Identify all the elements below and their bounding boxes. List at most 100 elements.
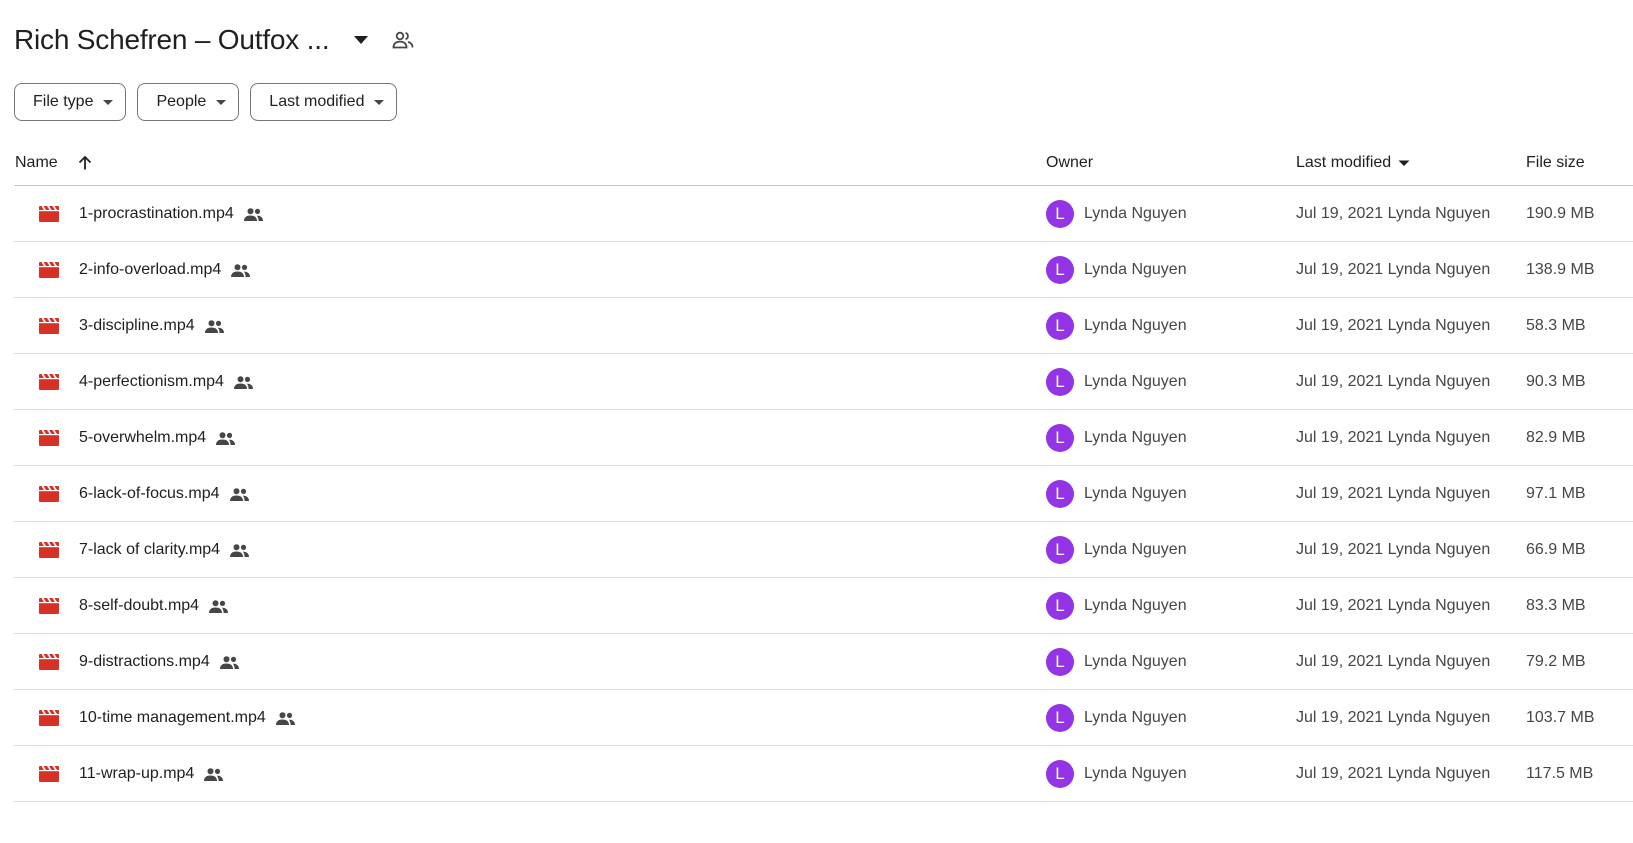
- column-file-size-label: File size: [1526, 153, 1585, 171]
- table-row[interactable]: 1-procrastination.mp4 L Lynda Nguyen Jul…: [14, 186, 1633, 242]
- owner-name: Lynda Nguyen: [1084, 541, 1187, 558]
- people-icon: [231, 263, 251, 277]
- file-name: 5-overwhelm.mp4: [79, 429, 207, 446]
- owner-name: Lynda Nguyen: [1084, 261, 1187, 278]
- file-name: 7-lack of clarity.mp4: [79, 541, 221, 558]
- table-row[interactable]: 7-lack of clarity.mp4 L Lynda Nguyen Jul…: [14, 522, 1633, 578]
- file-rows: 1-procrastination.mp4 L Lynda Nguyen Jul…: [14, 186, 1633, 802]
- file-size-cell: 103.7 MB: [1526, 709, 1595, 726]
- people-icon: [229, 487, 249, 501]
- avatar: L: [1046, 312, 1074, 340]
- avatar: L: [1046, 256, 1074, 284]
- owner-name: Lynda Nguyen: [1084, 765, 1187, 782]
- column-name-label: Name: [15, 153, 58, 171]
- file-name-cell[interactable]: 8-self-doubt.mp4: [79, 578, 229, 634]
- owner-cell: L Lynda Nguyen: [1046, 578, 1187, 634]
- last-modified-cell: Jul 19, 2021 Lynda Nguyen: [1296, 541, 1491, 558]
- arrow-drop-down-icon: [374, 99, 385, 105]
- video-file-icon: [37, 242, 61, 298]
- avatar: L: [1046, 704, 1074, 732]
- owner-cell: L Lynda Nguyen: [1046, 466, 1187, 522]
- avatar: L: [1046, 424, 1074, 452]
- owner-cell: L Lynda Nguyen: [1046, 634, 1187, 690]
- last-modified-cell: Jul 19, 2021 Lynda Nguyen: [1296, 765, 1491, 782]
- video-file-icon: [37, 634, 61, 690]
- file-list: Name Owner Last modified File size 1-pro…: [14, 139, 1633, 802]
- folder-header: Rich Schefren – Outfox ...: [14, 18, 417, 62]
- avatar: L: [1046, 592, 1074, 620]
- file-name-cell[interactable]: 9-distractions.mp4: [79, 634, 239, 690]
- people-icon: [204, 319, 224, 333]
- owner-name: Lynda Nguyen: [1084, 205, 1187, 222]
- file-size-cell: 58.3 MB: [1526, 317, 1586, 334]
- file-name-cell[interactable]: 3-discipline.mp4: [79, 298, 224, 354]
- filter-people[interactable]: People: [137, 83, 240, 121]
- file-name-cell[interactable]: 10-time management.mp4: [79, 690, 295, 746]
- file-name: 8-self-doubt.mp4: [79, 597, 200, 614]
- owner-cell: L Lynda Nguyen: [1046, 242, 1187, 298]
- avatar: L: [1046, 536, 1074, 564]
- table-row[interactable]: 9-distractions.mp4 L Lynda Nguyen Jul 19…: [14, 634, 1633, 690]
- people-icon: [233, 375, 253, 389]
- filter-file-type[interactable]: File type: [14, 83, 127, 121]
- table-header: Name Owner Last modified File size: [14, 139, 1633, 186]
- filter-chips: File type People Last modified: [14, 83, 398, 121]
- table-row[interactable]: 10-time management.mp4 L Lynda Nguyen Ju…: [14, 690, 1633, 746]
- file-name-cell[interactable]: 2-info-overload.mp4: [79, 242, 251, 298]
- file-size-cell: 82.9 MB: [1526, 429, 1586, 446]
- arrow-drop-down-icon: [103, 99, 114, 105]
- last-modified-cell: Jul 19, 2021 Lynda Nguyen: [1296, 373, 1491, 390]
- owner-name: Lynda Nguyen: [1084, 653, 1187, 670]
- chip-label: Last modified: [269, 93, 365, 110]
- chip-label: File type: [33, 93, 94, 110]
- last-modified-cell: Jul 19, 2021 Lynda Nguyen: [1296, 205, 1491, 222]
- file-name: 10-time management.mp4: [79, 709, 266, 726]
- table-row[interactable]: 11-wrap-up.mp4 L Lynda Nguyen Jul 19, 20…: [14, 746, 1633, 802]
- column-name[interactable]: Name: [15, 139, 93, 186]
- owner-cell: L Lynda Nguyen: [1046, 410, 1187, 466]
- table-row[interactable]: 8-self-doubt.mp4 L Lynda Nguyen Jul 19, …: [14, 578, 1633, 634]
- folder-title[interactable]: Rich Schefren – Outfox ...: [14, 24, 330, 56]
- owner-cell: L Lynda Nguyen: [1046, 746, 1187, 802]
- file-size-cell: 138.9 MB: [1526, 261, 1595, 278]
- file-size-cell: 90.3 MB: [1526, 373, 1586, 390]
- arrow-drop-down-icon: [216, 99, 227, 105]
- table-row[interactable]: 2-info-overload.mp4 L Lynda Nguyen Jul 1…: [14, 242, 1633, 298]
- file-size-cell: 83.3 MB: [1526, 597, 1586, 614]
- avatar: L: [1046, 648, 1074, 676]
- file-name: 4-perfectionism.mp4: [79, 373, 224, 390]
- file-name-cell[interactable]: 5-overwhelm.mp4: [79, 410, 236, 466]
- column-last-modified[interactable]: Last modified: [1296, 139, 1413, 186]
- people-icon: [275, 711, 295, 725]
- file-name-cell[interactable]: 7-lack of clarity.mp4: [79, 522, 250, 578]
- file-name-cell[interactable]: 1-procrastination.mp4: [79, 186, 263, 242]
- avatar: L: [1046, 200, 1074, 228]
- owner-name: Lynda Nguyen: [1084, 317, 1187, 334]
- people-icon: [209, 599, 229, 613]
- file-name-cell[interactable]: 6-lack-of-focus.mp4: [79, 466, 249, 522]
- people-icon: [204, 767, 224, 781]
- last-modified-cell: Jul 19, 2021 Lynda Nguyen: [1296, 429, 1491, 446]
- file-size-cell: 190.9 MB: [1526, 205, 1595, 222]
- last-modified-cell: Jul 19, 2021 Lynda Nguyen: [1296, 597, 1491, 614]
- filter-last-modified[interactable]: Last modified: [250, 83, 398, 121]
- arrow-drop-down-icon: [1395, 154, 1413, 172]
- people-outline-icon[interactable]: [389, 26, 417, 54]
- table-row[interactable]: 4-perfectionism.mp4 L Lynda Nguyen Jul 1…: [14, 354, 1633, 410]
- table-row[interactable]: 3-discipline.mp4 L Lynda Nguyen Jul 19, …: [14, 298, 1633, 354]
- file-name-cell[interactable]: 11-wrap-up.mp4: [79, 746, 224, 802]
- video-file-icon: [37, 298, 61, 354]
- table-row[interactable]: 6-lack-of-focus.mp4 L Lynda Nguyen Jul 1…: [14, 466, 1633, 522]
- arrow-upward-icon[interactable]: [77, 155, 93, 171]
- last-modified-cell: Jul 19, 2021 Lynda Nguyen: [1296, 317, 1491, 334]
- arrow-drop-down-icon[interactable]: [347, 26, 375, 54]
- last-modified-cell: Jul 19, 2021 Lynda Nguyen: [1296, 261, 1491, 278]
- column-owner-label: Owner: [1046, 153, 1094, 171]
- table-row[interactable]: 5-overwhelm.mp4 L Lynda Nguyen Jul 19, 2…: [14, 410, 1633, 466]
- owner-name: Lynda Nguyen: [1084, 597, 1187, 614]
- people-icon: [216, 431, 236, 445]
- file-size-cell: 117.5 MB: [1526, 765, 1594, 782]
- video-file-icon: [37, 746, 61, 802]
- column-owner: Owner: [1046, 139, 1093, 186]
- file-name-cell[interactable]: 4-perfectionism.mp4: [79, 354, 253, 410]
